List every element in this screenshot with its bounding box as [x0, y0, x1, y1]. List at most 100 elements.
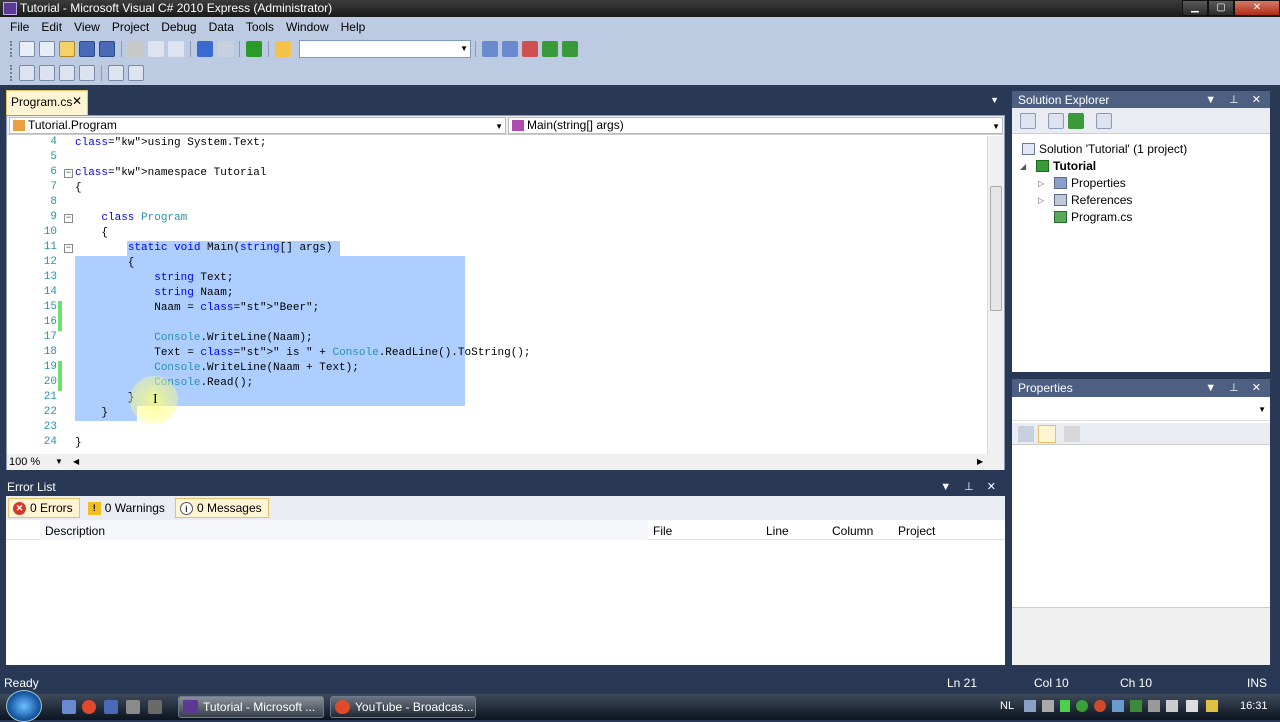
battery-icon[interactable] [1060, 700, 1070, 712]
active-files-dropdown-icon[interactable]: ▼ [990, 95, 999, 105]
cut-icon[interactable] [128, 41, 144, 57]
zoom-level[interactable]: 100 % [9, 456, 40, 468]
types-combobox[interactable]: Tutorial.Program ▼ [9, 117, 506, 134]
save-icon[interactable] [79, 41, 95, 57]
close-tab-icon[interactable]: ✕ [72, 94, 82, 108]
panel-buttons[interactable]: ▼ ⊥ ✕ [940, 478, 1001, 496]
errors-filter-button[interactable]: ✕ 0 Errors [8, 498, 80, 518]
start-page-icon[interactable] [542, 41, 558, 57]
code-line[interactable]: Console.WriteLine(Naam + Text); [75, 361, 359, 376]
menu-project[interactable]: Project [106, 20, 155, 34]
app-icon[interactable] [148, 700, 162, 714]
minimize-button[interactable]: ▁ [1182, 0, 1208, 16]
new-project-icon[interactable] [19, 41, 35, 57]
menu-window[interactable]: Window [280, 20, 335, 34]
members-combobox[interactable]: Main(string[] args) ▼ [508, 117, 1003, 134]
object-browser-icon[interactable] [522, 41, 538, 57]
column-description[interactable]: Description [45, 524, 105, 538]
code-line[interactable]: string Naam; [75, 286, 233, 301]
tray-icon[interactable] [1076, 700, 1088, 712]
taskbar-button-chrome[interactable]: YouTube - Broadcas... [330, 696, 476, 718]
network-icon[interactable] [1166, 700, 1178, 712]
chevron-down-icon[interactable]: ▼ [460, 44, 468, 53]
tray-icon[interactable] [1206, 700, 1218, 712]
collapsed-arrow-icon[interactable]: ▷ [1038, 196, 1044, 205]
code-line[interactable]: class="kw">using System.Text; [75, 136, 266, 151]
properties-window-icon[interactable] [502, 41, 518, 57]
redo-icon[interactable] [217, 41, 233, 57]
chevron-down-icon[interactable]: ▼ [1258, 405, 1266, 414]
toolbar-grip[interactable] [10, 65, 13, 81]
tab-program-cs[interactable]: Program.cs ✕ [6, 90, 88, 115]
chevron-down-icon[interactable]: ▼ [495, 119, 503, 134]
tray-icon[interactable] [1042, 700, 1054, 712]
code-line[interactable]: static void Main(string[] args) [75, 241, 333, 256]
code-line[interactable]: } [75, 391, 135, 406]
code-line[interactable]: { [75, 226, 108, 241]
code-line[interactable]: } [75, 406, 108, 421]
properties-object-combobox[interactable]: ▼ [1012, 401, 1270, 421]
refresh-icon[interactable] [1068, 112, 1084, 129]
tree-program-cs[interactable]: Program.cs [1054, 210, 1132, 224]
save-all-icon[interactable] [99, 41, 115, 57]
tree-properties[interactable]: Properties [1054, 176, 1126, 190]
code-line[interactable]: class Program [75, 211, 187, 226]
undo-icon[interactable] [197, 41, 213, 57]
code-line[interactable]: { [75, 181, 82, 196]
language-indicator[interactable]: NL [1000, 700, 1014, 712]
column-column[interactable]: Column [832, 524, 873, 538]
warnings-filter-button[interactable]: ! 0 Warnings [82, 498, 172, 518]
code-line[interactable]: string Text; [75, 271, 233, 286]
menu-data[interactable]: Data [203, 20, 240, 34]
tree-project[interactable]: Tutorial [1036, 159, 1096, 173]
code-line[interactable]: } [75, 436, 82, 451]
chevron-down-icon[interactable]: ▼ [55, 454, 63, 470]
display-object-members-icon[interactable] [19, 65, 35, 81]
solution-explorer-icon[interactable] [482, 41, 498, 57]
column-line[interactable]: Line [766, 524, 789, 538]
menu-edit[interactable]: Edit [35, 20, 68, 34]
scroll-right-icon[interactable]: ▶ [977, 454, 983, 470]
property-pages-icon[interactable] [1064, 426, 1080, 442]
quick-info-icon[interactable] [59, 65, 75, 81]
tree-solution[interactable]: Solution 'Tutorial' (1 project) [1022, 142, 1187, 156]
menu-debug[interactable]: Debug [155, 20, 202, 34]
open-file-icon[interactable] [59, 41, 75, 57]
view-class-diagram-icon[interactable] [1096, 112, 1112, 129]
column-project[interactable]: Project [898, 524, 935, 538]
alphabetical-icon[interactable] [1038, 425, 1056, 443]
decrease-indent-icon[interactable] [108, 65, 124, 81]
menu-help[interactable]: Help [335, 20, 372, 34]
find-combobox[interactable]: ▼ [299, 40, 471, 58]
column-file[interactable]: File [653, 524, 672, 538]
flag-icon[interactable] [1148, 700, 1160, 712]
parameter-info-icon[interactable] [39, 65, 55, 81]
chrome-icon[interactable] [82, 700, 96, 714]
code-line[interactable]: Text = class="st">" is " + Console.ReadL… [75, 346, 530, 361]
increase-indent-icon[interactable] [128, 65, 144, 81]
code-line[interactable]: class="kw">namespace Tutorial [75, 166, 266, 181]
expanded-arrow-icon[interactable]: ◢ [1020, 162, 1026, 171]
chevron-down-icon[interactable]: ▼ [992, 119, 1000, 134]
collapse-icon[interactable]: − [64, 244, 73, 253]
menu-tools[interactable]: Tools [240, 20, 280, 34]
clock[interactable]: 16:31 [1240, 700, 1268, 712]
taskbar-button-visual-studio[interactable]: Tutorial - Microsoft ... [178, 696, 324, 718]
volume-icon[interactable] [1186, 700, 1198, 712]
tray-icon[interactable] [1112, 700, 1124, 712]
code-line[interactable]: Naam = class="st">"Beer"; [75, 301, 319, 316]
categorized-icon[interactable] [1018, 426, 1034, 442]
toolbar-grip[interactable] [10, 41, 13, 57]
find-in-files-icon[interactable] [275, 41, 291, 57]
panel-buttons[interactable]: ▼ ⊥ ✕ [1205, 379, 1266, 397]
toolbox-icon[interactable] [562, 41, 578, 57]
app-icon[interactable] [126, 700, 140, 714]
show-desktop-icon[interactable] [62, 700, 76, 714]
paste-icon[interactable] [168, 41, 184, 57]
tray-icon[interactable] [1024, 700, 1036, 712]
code-line[interactable]: { [75, 256, 135, 271]
add-item-icon[interactable] [39, 41, 55, 57]
maximize-button[interactable]: ▢ [1208, 0, 1234, 16]
panel-buttons[interactable]: ▼ ⊥ ✕ [1205, 91, 1266, 109]
properties-icon[interactable] [1020, 112, 1036, 129]
